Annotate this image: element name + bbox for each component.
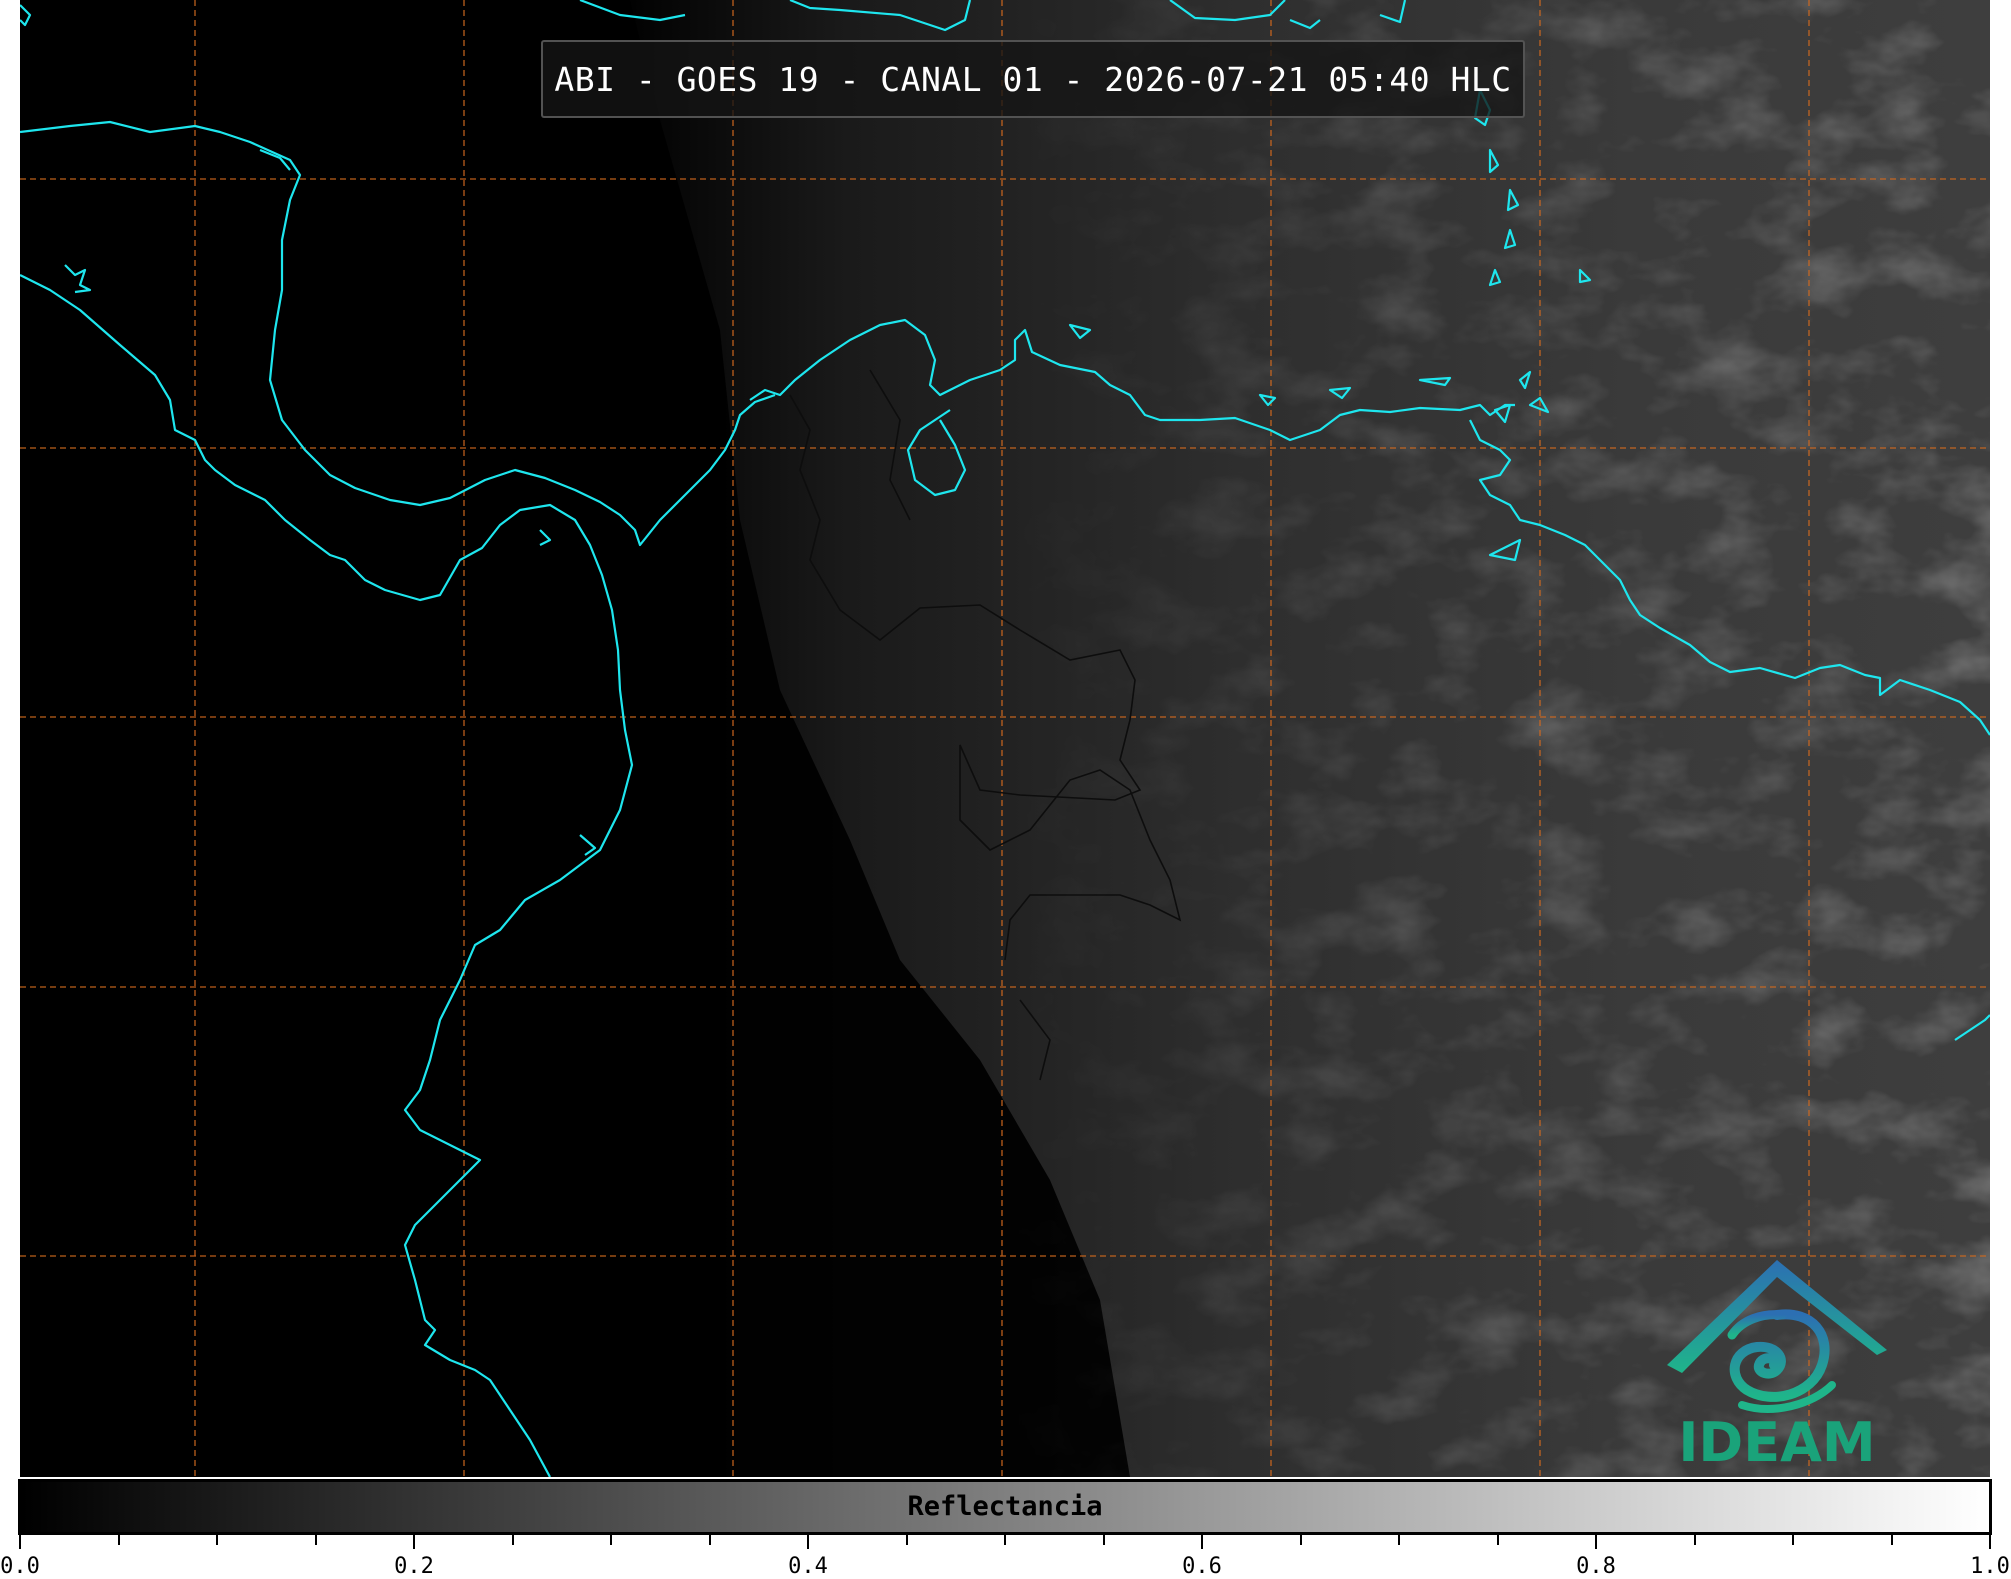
ideam-mountain-swirl-icon [1667, 1260, 1887, 1413]
title-banner: ABI - GOES 19 - CANAL 01 - 2026-07-21 05… [541, 40, 1525, 118]
colorbar-minor-tick [610, 1535, 612, 1545]
colorbar-minor-tick [314, 1535, 317, 1545]
colorbar-minor-tick [511, 1535, 514, 1545]
colorbar-tick-label: 0.4 [788, 1554, 828, 1579]
colorbar-major-tick [19, 1535, 21, 1549]
ideam-logo: IDEAM [1662, 1255, 1892, 1473]
colorbar-tick-label: 1.0 [1970, 1554, 2010, 1579]
image-title: ABI - GOES 19 - CANAL 01 - 2026-07-21 05… [554, 60, 1512, 99]
colorbar-minor-tick [1299, 1535, 1302, 1545]
colorbar-minor-tick [1890, 1535, 1893, 1545]
colorbar-major-tick [1201, 1535, 1203, 1549]
colorbar-major-tick [1595, 1535, 1597, 1549]
colorbar-minor-tick [1398, 1535, 1400, 1545]
colorbar-tick-label: 0.6 [1182, 1554, 1222, 1579]
colorbar-tick-label: 0.2 [394, 1554, 434, 1579]
colorbar-minor-tick [117, 1535, 120, 1545]
colorbar-tick-label: 0.8 [1576, 1554, 1616, 1579]
colorbar-minor-tick [1792, 1535, 1794, 1545]
logo-text: IDEAM [1678, 1411, 1876, 1474]
colorbar-tick-label: 0.0 [0, 1554, 40, 1579]
colorbar-minor-tick [905, 1535, 908, 1545]
colorbar: Reflectancia [18, 1479, 1992, 1535]
colorbar-major-tick [807, 1535, 809, 1549]
colorbar-minor-tick [216, 1535, 218, 1545]
colorbar-minor-tick [1004, 1535, 1006, 1545]
colorbar-minor-tick [1496, 1535, 1499, 1545]
colorbar-label: Reflectancia [907, 1491, 1103, 1522]
colorbar-minor-tick [1102, 1535, 1105, 1545]
colorbar-minor-tick [708, 1535, 711, 1545]
colorbar-minor-tick [1693, 1535, 1696, 1545]
colorbar-major-tick [1989, 1535, 1991, 1549]
colorbar-major-tick [413, 1535, 415, 1549]
colorbar-ticks: 0.0 0.2 0.4 0.6 0.8 1.0 [0, 1535, 2011, 1579]
